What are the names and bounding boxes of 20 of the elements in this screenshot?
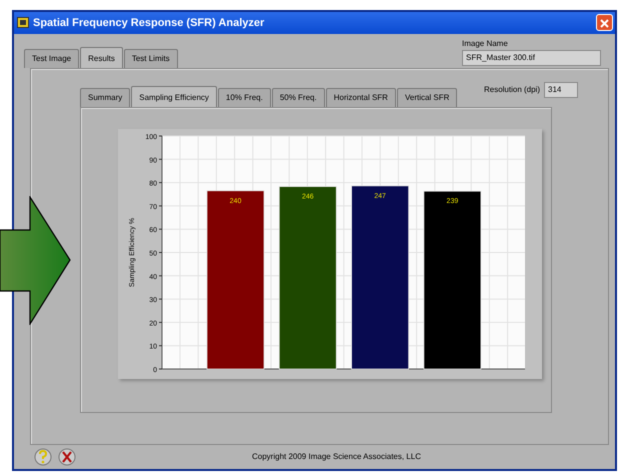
resolution-field[interactable]: 314 [544, 82, 578, 98]
close-icon [600, 18, 609, 28]
close-button[interactable] [596, 14, 613, 32]
tab[interactable]: 10% Freq. [218, 88, 271, 107]
tab[interactable]: Summary [80, 88, 130, 107]
image-name-field[interactable]: SFR_Master 300.tif [462, 50, 601, 66]
tab[interactable]: Test Limits [124, 48, 178, 68]
image-name-label: Image Name [462, 38, 509, 50]
tab[interactable]: Sampling Efficiency [131, 86, 217, 107]
window-title: Spatial Frequency Response (SFR) Analyzer [33, 16, 266, 31]
app-icon [17, 17, 29, 28]
tab[interactable]: Test Image [24, 48, 80, 68]
help-icon[interactable] [34, 448, 52, 466]
tab[interactable]: Results [80, 46, 123, 68]
copyright-text: Copyright 2009 Image Science Associates, LLC [252, 451, 421, 464]
tab[interactable]: Horizontal SFR [326, 88, 396, 107]
tab[interactable]: Vertical SFR [396, 88, 458, 107]
tab[interactable]: 50% Freq. [272, 88, 325, 107]
close-icon[interactable] [58, 448, 76, 466]
resolution-label: Resolution (dpi) [484, 84, 540, 96]
